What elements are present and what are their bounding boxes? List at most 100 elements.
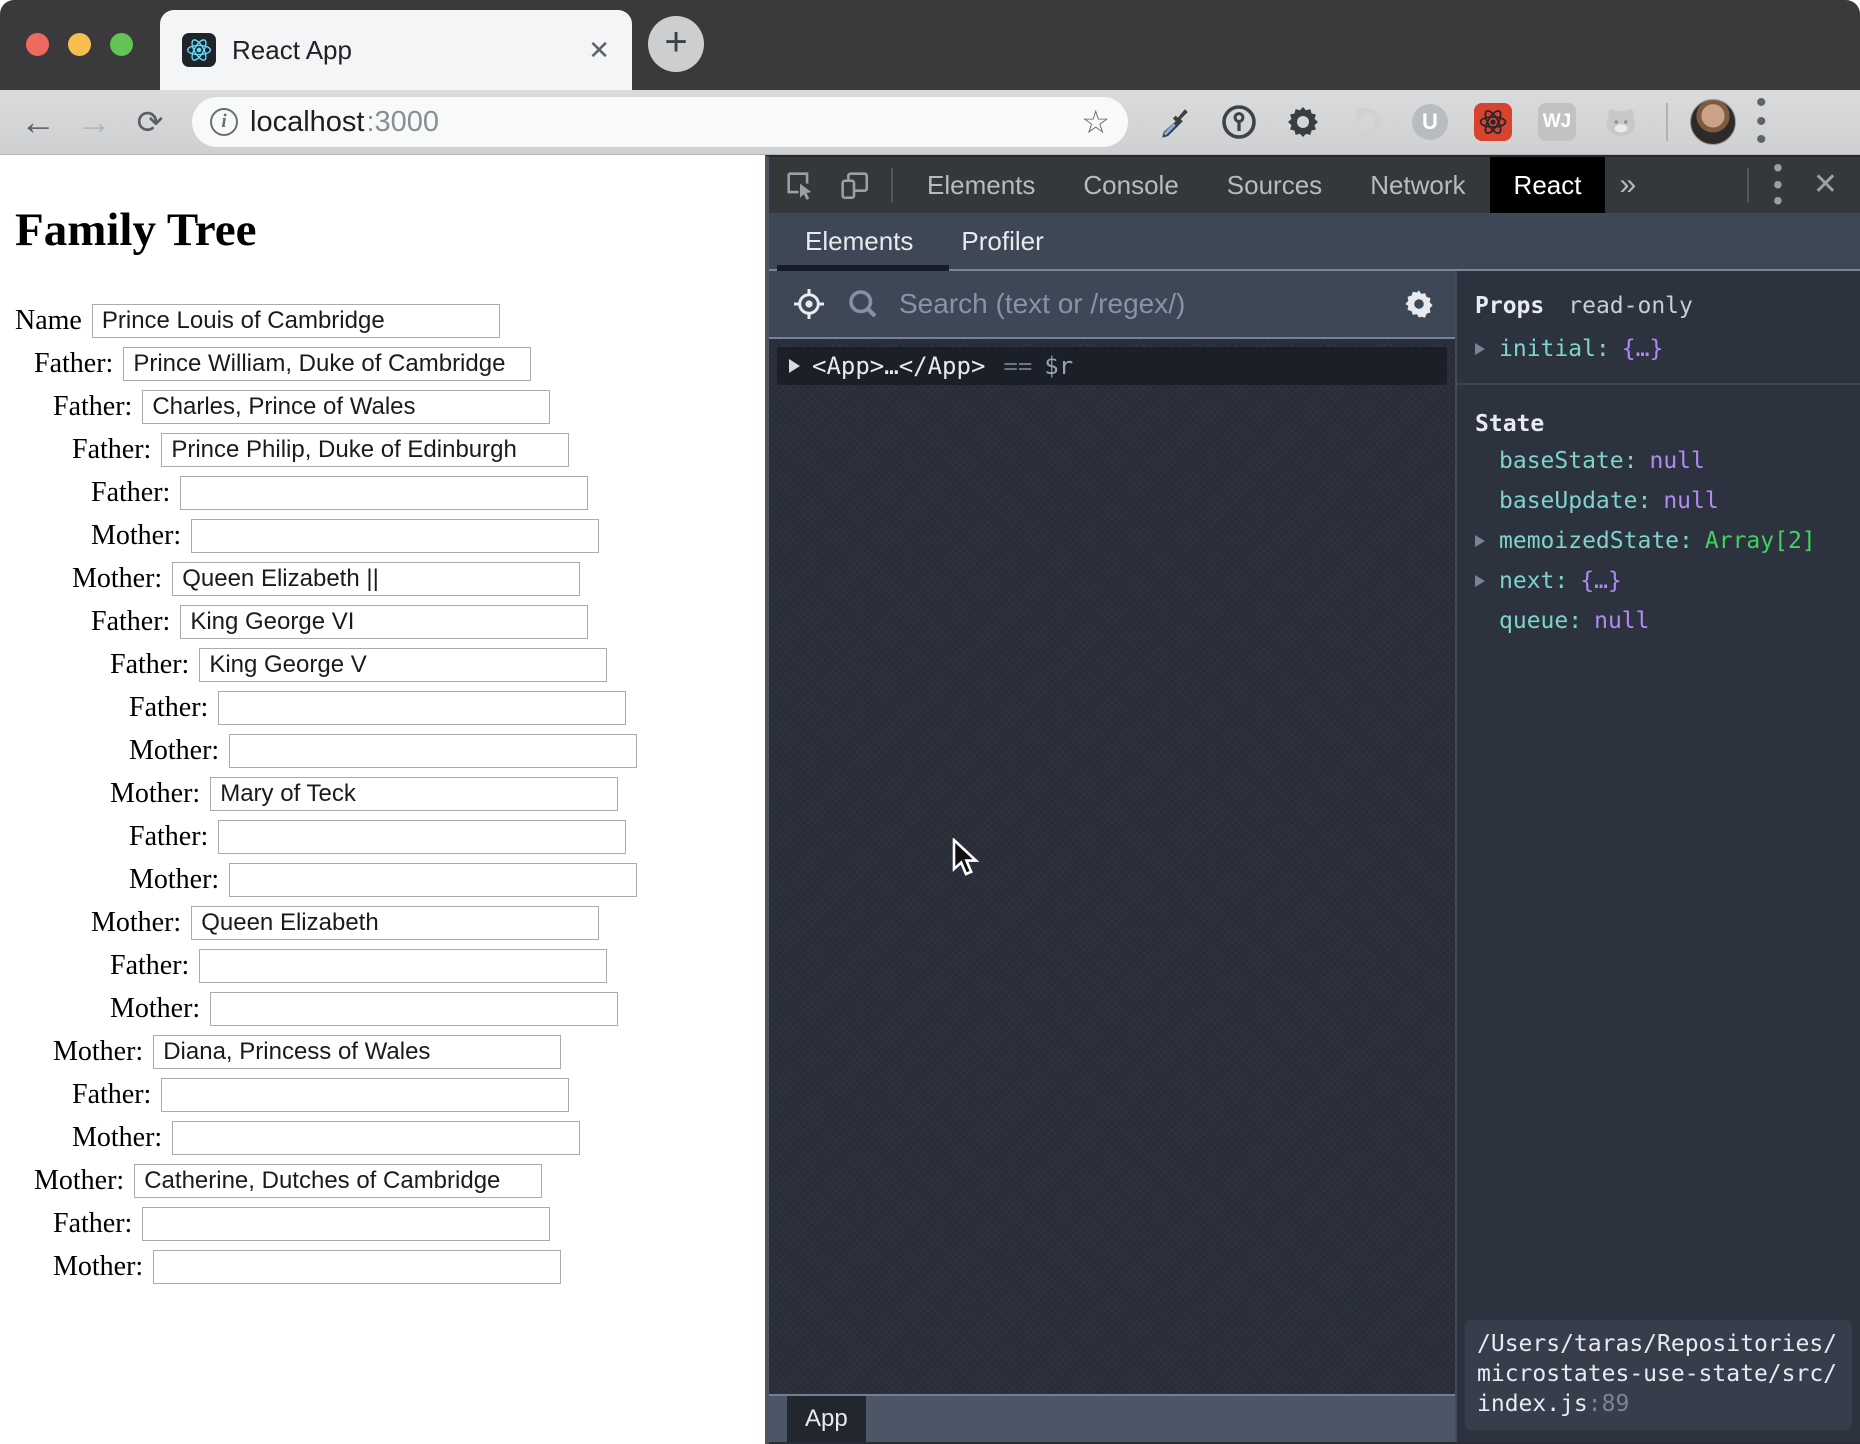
person-input[interactable] xyxy=(229,863,637,897)
person-input[interactable] xyxy=(123,347,531,381)
selected-component-row[interactable]: <App>…</App> == $r xyxy=(777,347,1447,385)
reload-button[interactable]: ⟳ xyxy=(122,103,178,141)
page-title: Family Tree xyxy=(15,203,765,257)
ember-extension-icon[interactable] xyxy=(1602,103,1640,141)
expand-arrow-icon[interactable] xyxy=(1475,535,1485,547)
field-label: Father: xyxy=(110,649,189,681)
browser-menu-icon[interactable]: ••• xyxy=(1756,94,1767,150)
family-row: Father: xyxy=(91,471,765,514)
prop-row[interactable]: initial: {…} xyxy=(1457,329,1860,369)
eyedropper-extension-icon[interactable] xyxy=(1156,103,1194,141)
devtools-close-icon[interactable]: ✕ xyxy=(1813,167,1838,202)
person-input[interactable] xyxy=(161,1078,569,1112)
source-file: /Users/taras/Repositories/microstates-us… xyxy=(1477,1331,1837,1417)
react-devtools-extension-icon[interactable] xyxy=(1474,103,1512,141)
field-label: Mother: xyxy=(91,520,181,552)
person-input[interactable] xyxy=(218,820,626,854)
back-button[interactable]: ← xyxy=(10,101,66,143)
devtools-tab-elements[interactable]: Elements xyxy=(903,157,1059,213)
inspect-element-icon[interactable] xyxy=(777,165,823,205)
person-input[interactable] xyxy=(218,691,626,725)
forward-button[interactable]: → xyxy=(66,101,122,143)
new-tab-button[interactable]: + xyxy=(648,16,704,72)
field-label: Mother: xyxy=(34,1165,124,1197)
person-input[interactable] xyxy=(161,433,569,467)
react-subtab-profiler[interactable]: Profiler xyxy=(949,213,1055,269)
address-bar[interactable]: i localhost:3000 ☆ xyxy=(192,97,1128,147)
state-value: null xyxy=(1649,448,1704,474)
devtools-tab-react[interactable]: React xyxy=(1490,157,1606,213)
settings-gear-icon[interactable] xyxy=(1403,288,1435,320)
family-row: Father: xyxy=(72,428,765,471)
family-row: Mother: xyxy=(110,772,765,815)
tab-close-icon[interactable]: ✕ xyxy=(588,35,610,66)
person-input[interactable] xyxy=(134,1164,542,1198)
site-info-icon[interactable]: i xyxy=(210,108,238,136)
close-window-button[interactable] xyxy=(26,33,49,56)
component-breadcrumbs: App xyxy=(769,1394,1455,1442)
select-component-target-icon[interactable] xyxy=(791,286,831,322)
family-row: Father: xyxy=(91,600,765,643)
family-row: Mother: xyxy=(72,1116,765,1159)
person-input[interactable] xyxy=(153,1035,561,1069)
breadcrumb-app[interactable]: App xyxy=(787,1396,866,1442)
state-row[interactable]: next: {…} xyxy=(1457,561,1860,601)
family-row: Mother: xyxy=(53,1030,765,1073)
field-label: Mother: xyxy=(72,563,162,595)
password-manager-extension-icon[interactable] xyxy=(1220,103,1258,141)
person-input[interactable] xyxy=(210,777,618,811)
person-input[interactable] xyxy=(153,1250,561,1284)
person-input[interactable] xyxy=(210,992,618,1026)
field-label: Father: xyxy=(53,391,132,423)
expand-arrow-icon[interactable] xyxy=(1475,575,1485,587)
person-input[interactable] xyxy=(172,1121,580,1155)
field-label: Father: xyxy=(129,692,208,724)
devtools-tab-bar: Elements Console Sources Network React »… xyxy=(769,157,1860,213)
person-input[interactable] xyxy=(172,562,580,596)
state-header: State xyxy=(1457,385,1860,437)
wj-extension-icon[interactable]: WJ xyxy=(1538,103,1576,141)
more-tabs-icon[interactable]: » xyxy=(1605,168,1650,202)
person-input[interactable] xyxy=(191,906,599,940)
family-row: Mother: xyxy=(129,858,765,901)
browser-tab[interactable]: React App ✕ xyxy=(160,10,632,90)
zoom-window-button[interactable] xyxy=(110,33,133,56)
person-input[interactable] xyxy=(199,648,607,682)
profile-avatar[interactable] xyxy=(1690,99,1736,145)
component-source-path[interactable]: /Users/taras/Repositories/microstates-us… xyxy=(1465,1320,1852,1430)
equals-sign: == xyxy=(1003,352,1032,380)
state-value: {…} xyxy=(1580,568,1622,594)
state-key: next: xyxy=(1499,568,1568,594)
person-input[interactable] xyxy=(180,476,588,510)
state-key: baseState: xyxy=(1499,448,1637,474)
state-row[interactable]: memoizedState: Array[2] xyxy=(1457,521,1860,561)
toolbar-divider xyxy=(1666,103,1668,141)
person-input[interactable] xyxy=(142,390,550,424)
react-subtab-elements[interactable]: Elements xyxy=(793,213,925,269)
device-toolbar-icon[interactable] xyxy=(831,165,877,205)
person-input[interactable] xyxy=(229,734,637,768)
devtools-tab-console[interactable]: Console xyxy=(1059,157,1202,213)
family-row: Mother: xyxy=(53,1245,765,1288)
u-extension-icon[interactable]: U xyxy=(1412,104,1448,140)
expand-arrow-icon[interactable] xyxy=(789,359,800,373)
person-input[interactable] xyxy=(199,949,607,983)
search-input[interactable]: Search (text or /regex/) xyxy=(899,288,1403,320)
devtools-menu-icon[interactable]: ••• xyxy=(1773,160,1783,210)
minimize-window-button[interactable] xyxy=(68,33,91,56)
family-row: Father: xyxy=(110,944,765,987)
field-label: Father: xyxy=(129,821,208,853)
family-row: Mother: xyxy=(72,557,765,600)
person-input[interactable] xyxy=(191,519,599,553)
search-icon xyxy=(845,286,885,322)
swirl-extension-icon[interactable] xyxy=(1348,103,1386,141)
devtools-tab-sources[interactable]: Sources xyxy=(1203,157,1346,213)
person-input[interactable] xyxy=(92,304,500,338)
gear-extension-icon[interactable] xyxy=(1284,103,1322,141)
devtools-tab-network[interactable]: Network xyxy=(1346,157,1489,213)
screen: { "browser": { "tab_title": "React App",… xyxy=(0,0,1860,1444)
person-input[interactable] xyxy=(180,605,588,639)
person-input[interactable] xyxy=(142,1207,550,1241)
expand-arrow-icon[interactable] xyxy=(1475,343,1485,355)
bookmark-star-icon[interactable]: ☆ xyxy=(1081,103,1110,141)
